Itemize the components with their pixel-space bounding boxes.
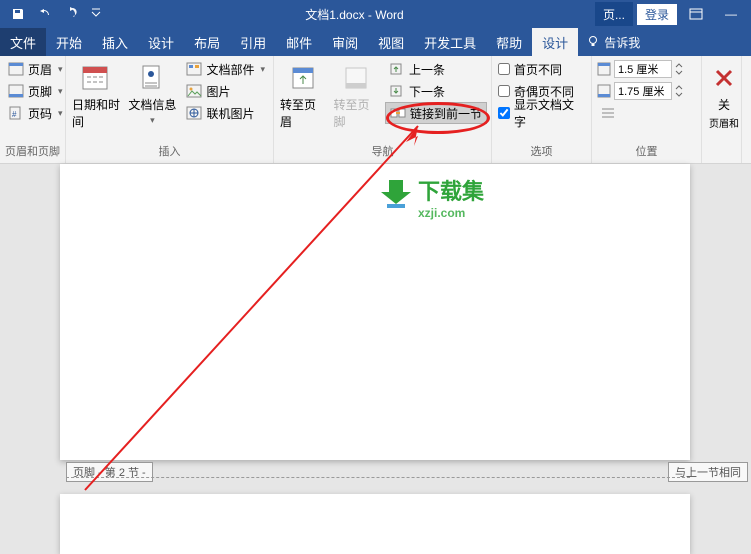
download-arrow-icon: [377, 178, 415, 212]
tab-insert[interactable]: 插入: [92, 28, 138, 56]
page-number-button[interactable]: # 页码: [4, 102, 67, 124]
header-button[interactable]: 页眉: [4, 58, 67, 80]
tab-review[interactable]: 审阅: [322, 28, 368, 56]
qat-customize-button[interactable]: [84, 2, 108, 26]
insert-alignment-tab-button[interactable]: [596, 102, 684, 124]
titlebar-right: 页... 登录 —: [595, 2, 751, 26]
date-time-button[interactable]: 日期和时间: [70, 58, 122, 134]
watermark-text: 下载集 xzji.com: [418, 174, 484, 220]
redo-button[interactable]: [58, 2, 82, 26]
show-document-text-checkbox[interactable]: 显示文档文字: [496, 102, 587, 124]
header-from-top-input[interactable]: 1.5 厘米: [596, 58, 684, 80]
online-picture-icon: [186, 106, 202, 120]
group-label-insert: 插入: [70, 142, 269, 161]
ribbon-tabs: 文件 开始 插入 设计 布局 引用 邮件 审阅 视图 开发工具 帮助 设计 告诉…: [0, 28, 751, 56]
group-insert: 日期和时间 文档信息 ▾ 文档部件 图片 联机图片: [66, 56, 274, 163]
tell-me-search[interactable]: 告诉我: [578, 28, 648, 56]
chevron-down-icon: [91, 7, 101, 21]
tab-devtools[interactable]: 开发工具: [414, 28, 486, 56]
page-number-icon: #: [8, 106, 24, 120]
link-icon: [390, 106, 406, 120]
tab-file[interactable]: 文件: [0, 28, 46, 56]
spinner-icon[interactable]: [674, 61, 684, 77]
undo-icon: [36, 7, 52, 21]
footer-icon: [8, 84, 24, 98]
tab-headerfooter-design[interactable]: 设计: [532, 28, 578, 56]
document-info-icon: [137, 63, 167, 93]
group-position: 1.5 厘米 1.75 厘米 位置: [592, 56, 702, 163]
tab-mailings[interactable]: 邮件: [276, 28, 322, 56]
minimize-button[interactable]: —: [715, 2, 747, 26]
group-header-footer: 页眉 页脚 # 页码 页眉和页脚: [0, 56, 66, 163]
context-tab-caption: 页...: [595, 2, 633, 26]
group-label-header-footer: 页眉和页脚: [4, 142, 61, 161]
save-icon: [11, 7, 25, 21]
redo-icon: [63, 7, 77, 21]
group-label-navigation: 导航: [278, 142, 487, 161]
svg-text:#: #: [12, 110, 17, 119]
previous-icon: [389, 62, 405, 76]
align-tab-icon: [600, 106, 616, 120]
group-options: 首页不同 奇偶页不同 显示文档文字 选项: [492, 56, 592, 163]
tab-help[interactable]: 帮助: [486, 28, 532, 56]
picture-button[interactable]: 图片: [182, 80, 269, 102]
spinner-icon[interactable]: [674, 83, 684, 99]
tab-design[interactable]: 设计: [138, 28, 184, 56]
quick-parts-icon: [186, 62, 202, 76]
different-first-page-checkbox[interactable]: 首页不同: [496, 58, 587, 80]
footer-position-icon: [596, 83, 612, 99]
group-label-position: 位置: [596, 142, 697, 161]
footer-button[interactable]: 页脚: [4, 80, 67, 102]
goto-header-button[interactable]: 转至页眉: [278, 58, 327, 134]
footer-boundary-line: [66, 477, 690, 478]
goto-header-icon: [289, 64, 317, 92]
login-button[interactable]: 登录: [637, 4, 677, 25]
document-area[interactable]: 页脚 - 第 2 节 - 与上一节相同 下载集 xzji.com: [0, 164, 751, 545]
quick-access-toolbar: [0, 2, 114, 26]
save-button[interactable]: [6, 2, 30, 26]
group-navigation: 转至页眉 转至页脚 上一条 下一条 链接到前一节: [274, 56, 492, 163]
next-icon: [389, 84, 405, 98]
goto-footer-icon: [342, 64, 370, 92]
document-page-1[interactable]: [60, 164, 690, 460]
tab-view[interactable]: 视图: [368, 28, 414, 56]
tab-references[interactable]: 引用: [230, 28, 276, 56]
doc-info-button[interactable]: 文档信息 ▾: [126, 58, 178, 130]
tell-me-label: 告诉我: [604, 34, 640, 51]
footer-from-bottom-input[interactable]: 1.75 厘米: [596, 80, 684, 102]
ribbon-options-icon: [689, 8, 703, 20]
tab-home[interactable]: 开始: [46, 28, 92, 56]
previous-section-button[interactable]: 上一条: [385, 58, 487, 80]
close-header-footer-button[interactable]: 关 页眉和: [706, 58, 742, 134]
doc-parts-button[interactable]: 文档部件: [182, 58, 269, 80]
same-as-previous-label: 与上一节相同: [668, 462, 748, 482]
ribbon: 页眉 页脚 # 页码 页眉和页脚 日期和时间 文档信息: [0, 56, 751, 164]
document-page-2[interactable]: [60, 494, 690, 554]
goto-footer-button[interactable]: 转至页脚: [331, 58, 380, 134]
tab-layout[interactable]: 布局: [184, 28, 230, 56]
lightbulb-icon: [586, 35, 600, 49]
undo-button[interactable]: [32, 2, 56, 26]
header-icon: [8, 62, 24, 76]
header-position-icon: [596, 61, 612, 77]
next-section-button[interactable]: 下一条: [385, 80, 487, 102]
group-close: 关 页眉和: [702, 56, 742, 163]
title-bar: 文档1.docx - Word 页... 登录 —: [0, 0, 751, 28]
window-title: 文档1.docx - Word: [114, 6, 595, 23]
calendar-icon: [81, 63, 111, 93]
ribbon-display-options-button[interactable]: [681, 2, 711, 26]
link-to-previous-button[interactable]: 链接到前一节: [385, 102, 487, 124]
group-label-options: 选项: [496, 142, 587, 161]
close-icon: [712, 66, 736, 90]
online-picture-button[interactable]: 联机图片: [182, 102, 269, 124]
picture-icon: [186, 84, 202, 98]
footer-section-label: 页脚 - 第 2 节 -: [66, 462, 153, 482]
